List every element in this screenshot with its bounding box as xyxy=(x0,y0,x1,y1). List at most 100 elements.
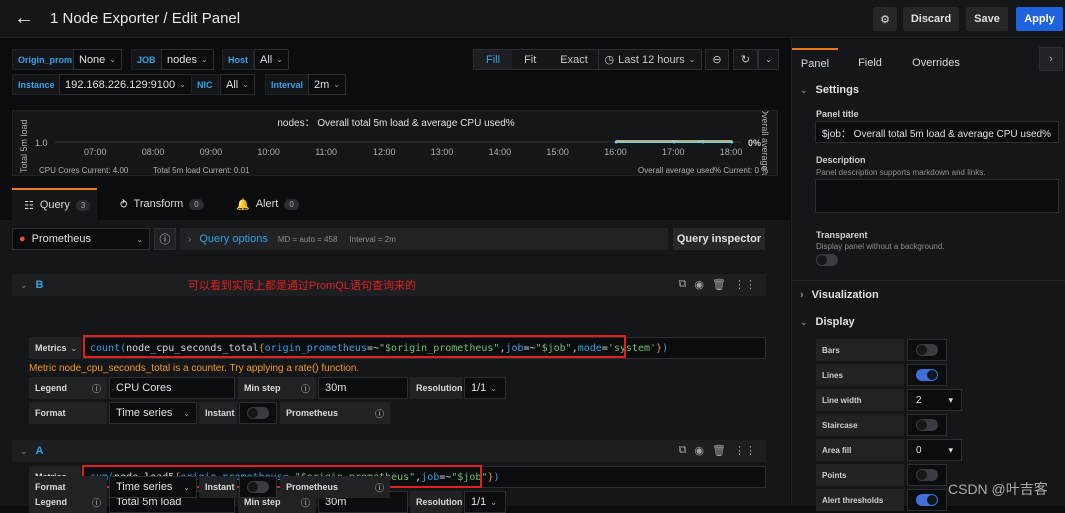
min-step-label: Min step ⓘ xyxy=(238,377,316,399)
query-row-header: ⌄ A ⧉ ◉ 🗑 ⋮⋮ xyxy=(12,440,766,462)
tab-label: Query xyxy=(39,199,70,211)
chevron-down-icon: ⌄ xyxy=(200,55,208,64)
data-point xyxy=(701,140,705,144)
trash-icon[interactable]: 🗑 xyxy=(712,278,726,291)
tab-field[interactable]: Field xyxy=(850,48,890,78)
var-select-nic[interactable]: All ⌄ xyxy=(220,74,255,95)
drag-handle-icon[interactable]: ⋮⋮ xyxy=(734,444,756,457)
display-option-toggle[interactable] xyxy=(907,489,947,511)
query-inspector-button[interactable]: Query inspector xyxy=(673,228,765,250)
options-pane: Panel Field Overrides › ⌄ Settings Panel … xyxy=(791,39,1065,511)
format-select[interactable]: Time series ⌄ xyxy=(109,402,197,424)
resolution-select[interactable]: 1/1 ⌄ xyxy=(464,491,506,513)
resolution-value: 1/1 xyxy=(471,496,487,508)
format-value: Time series xyxy=(116,407,173,419)
display-option-toggle[interactable] xyxy=(907,464,947,486)
chevron-right-icon: › xyxy=(800,289,804,301)
trash-icon[interactable]: 🗑 xyxy=(712,444,726,457)
display-option-select[interactable]: 0 ▾ xyxy=(907,439,962,461)
transparent-toggle[interactable] xyxy=(816,254,838,269)
section-settings[interactable]: ⌄ Settings xyxy=(800,84,859,96)
select-value: 2 xyxy=(916,394,922,406)
display-option-toggle[interactable] xyxy=(907,414,947,436)
collapse-icon[interactable]: ⌄ xyxy=(20,280,28,291)
caret-down-icon: ▾ xyxy=(948,444,953,455)
fit-option[interactable]: Fit xyxy=(512,50,548,69)
fill-option[interactable]: Fill xyxy=(474,50,513,69)
caret-down-icon: ▾ xyxy=(948,394,953,405)
time-range-picker[interactable]: ◷ Last 12 hours ⌄ xyxy=(598,49,702,70)
eye-icon[interactable]: ◉ xyxy=(694,444,704,457)
metrics-label[interactable]: Metrics⌄ xyxy=(29,337,81,359)
help-button[interactable]: ⓘ xyxy=(154,228,176,250)
discard-button[interactable]: Discard xyxy=(903,7,959,31)
chevron-down-icon: ⌄ xyxy=(109,55,116,64)
description-textarea[interactable] xyxy=(815,179,1059,213)
format-select[interactable]: Time series ⌄ xyxy=(109,476,197,498)
tab-query[interactable]: ☷ Query 3 xyxy=(12,188,97,220)
tab-panel[interactable]: Panel xyxy=(792,48,838,78)
section-visualization[interactable]: › Visualization xyxy=(800,289,879,301)
interval-info: Interval = 2m xyxy=(349,234,396,244)
drag-handle-icon[interactable]: ⋮⋮ xyxy=(734,278,756,291)
section-display[interactable]: ⌄ Display xyxy=(800,316,855,328)
legend-item[interactable]: CPU Cores Current: 4.00 xyxy=(39,166,128,175)
duplicate-icon[interactable]: ⧉ xyxy=(679,278,687,291)
legend-input[interactable]: CPU Cores xyxy=(109,377,235,399)
x-tick: 11:00 xyxy=(315,147,338,157)
duplicate-icon[interactable]: ⧉ xyxy=(679,444,687,457)
info-icon: ⓘ xyxy=(91,383,101,394)
legend-item[interactable]: Total 5m load Current: 0.01 xyxy=(153,166,250,175)
var-select-instance[interactable]: 192.168.226.129:9100 ⌄ xyxy=(59,74,192,95)
tab-overrides[interactable]: Overrides xyxy=(904,48,968,78)
var-select-job[interactable]: nodes ⌄ xyxy=(161,49,214,70)
display-option-toggle[interactable] xyxy=(907,364,947,386)
query-ref-id[interactable]: B xyxy=(36,279,44,291)
transparent-label: Transparent xyxy=(816,230,868,240)
var-label-interval: Interval xyxy=(265,74,310,95)
refresh-icon: ↻ xyxy=(740,54,751,66)
query-ref-id[interactable]: A xyxy=(36,445,44,457)
resolution-select[interactable]: 1/1 ⌄ xyxy=(464,377,506,399)
eye-icon[interactable]: ◉ xyxy=(694,278,704,291)
bell-icon: 🔔 xyxy=(236,198,250,211)
instant-toggle[interactable] xyxy=(239,476,277,498)
prometheus-text: Prometheus xyxy=(286,482,339,492)
chevron-down-icon: ⌄ xyxy=(800,317,808,327)
settings-button[interactable]: ⚙ xyxy=(873,7,897,31)
var-select-interval[interactable]: 2m ⌄ xyxy=(308,74,346,95)
exact-option[interactable]: Exact xyxy=(548,50,600,69)
back-arrow-icon[interactable]: ← xyxy=(14,8,34,28)
zoom-out-button[interactable]: ⊖ xyxy=(705,49,729,70)
query-options-label: Query options xyxy=(199,233,268,245)
description-hint: Panel description supports markdown and … xyxy=(816,168,986,177)
display-option-label: Points xyxy=(816,464,904,486)
var-select-origin-prom[interactable]: None ⌄ xyxy=(73,49,122,70)
refresh-interval-dropdown[interactable]: ⌄ xyxy=(758,49,779,70)
panel-title-input[interactable]: $job： Overall total 5m load & average CP… xyxy=(815,121,1059,143)
chevron-down-icon: ⌄ xyxy=(490,497,497,507)
display-option-toggle[interactable] xyxy=(907,339,947,361)
max-datapoints: MD = auto = 458 xyxy=(277,234,338,244)
instant-toggle[interactable] xyxy=(239,402,277,424)
save-button[interactable]: Save xyxy=(966,7,1008,31)
var-value: None xyxy=(79,53,106,66)
collapse-pane-button[interactable]: › xyxy=(1039,47,1063,71)
var-label-instance: Instance xyxy=(12,74,61,95)
min-step-input[interactable]: 30m xyxy=(318,377,408,399)
legend-item[interactable]: Overall average used% Current: 0 % xyxy=(638,166,768,175)
legend-label: Legend ⓘ xyxy=(29,377,107,399)
display-option-select[interactable]: 2 ▾ xyxy=(907,389,962,411)
chevron-down-icon: ⌄ xyxy=(276,55,283,64)
watermark: CSDN @叶吉客 xyxy=(948,481,1048,497)
chevron-down-icon: ⌄ xyxy=(800,85,808,95)
tab-alert[interactable]: 🔔 Alert 0 xyxy=(236,188,299,220)
datasource-picker[interactable]: ● Prometheus ⌄ xyxy=(12,228,150,250)
var-select-host[interactable]: All ⌄ xyxy=(254,49,289,70)
apply-button[interactable]: Apply xyxy=(1016,7,1063,31)
collapse-icon[interactable]: ⌄ xyxy=(20,446,28,457)
tab-transform[interactable]: ⥁ Transform 0 xyxy=(120,188,204,220)
graph-panel: nodes： Overall total 5m load & average C… xyxy=(12,110,778,176)
query-options[interactable]: › Query options MD = auto = 458 Interval… xyxy=(180,228,668,250)
refresh-button[interactable]: ↻ xyxy=(733,49,758,70)
